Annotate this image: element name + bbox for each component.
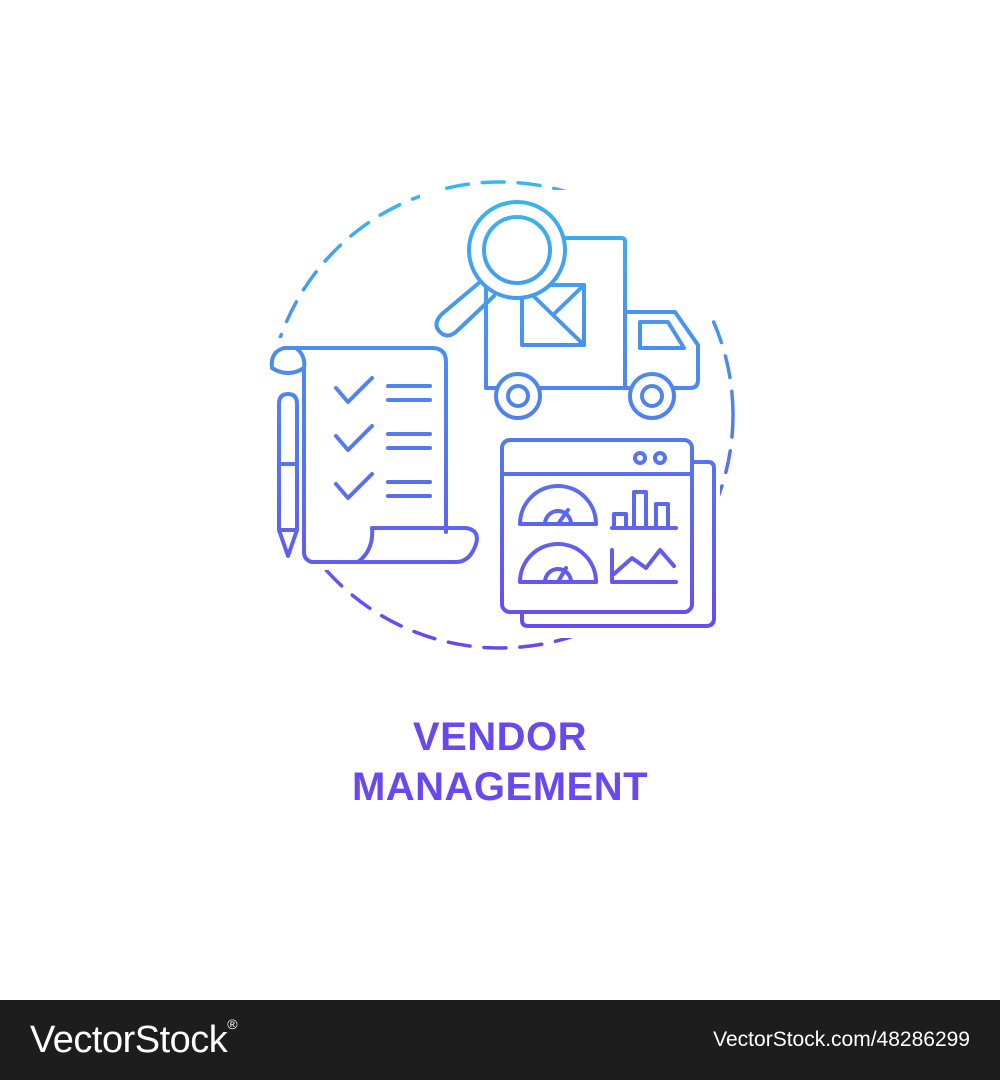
watermark-url: VectorStock.com/48286299 (713, 1028, 970, 1051)
vendor-management-illustration (262, 180, 735, 650)
illustration-title: VENDOR MANAGEMENT (0, 712, 1000, 812)
registered-mark: ® (227, 1016, 238, 1032)
watermark-bar: VectorStock® VectorStock.com/48286299 (0, 1000, 1000, 1080)
title-line-2: MANAGEMENT (351, 765, 649, 809)
title-line-1: VENDOR (412, 715, 588, 759)
vectorstock-logo: VectorStock® (30, 1012, 238, 1068)
page: VENDOR MANAGEMENT VectorStock® VectorSto… (0, 0, 1000, 1080)
dashboard-window-icon (500, 438, 716, 628)
vectorstock-logo-text: VectorStock (30, 1019, 228, 1061)
